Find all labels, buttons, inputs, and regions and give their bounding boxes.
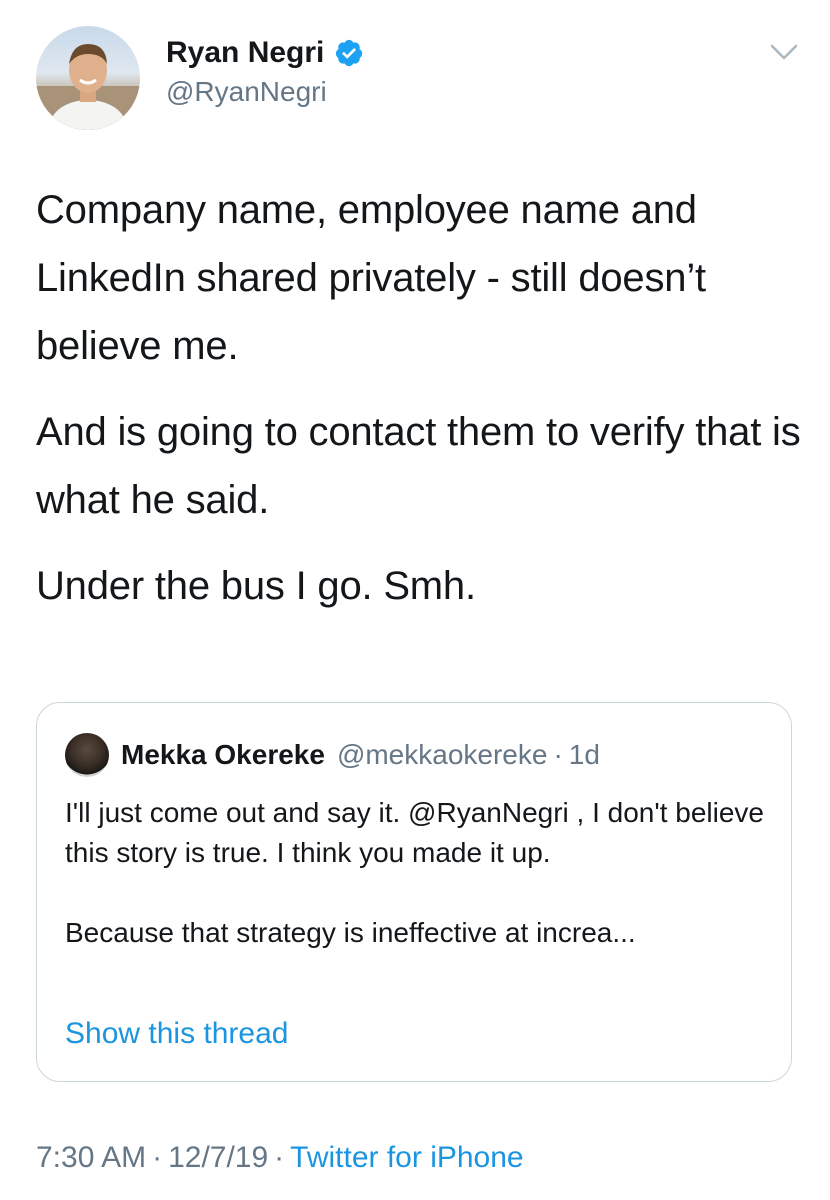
quoted-tweet-text: I'll just come out and say it. @RyanNegr… xyxy=(65,793,777,953)
quoted-author-avatar xyxy=(65,733,109,777)
quoted-tweet-paragraph: I'll just come out and say it. @RyanNegr… xyxy=(65,797,765,868)
footer-separator: · xyxy=(274,1141,285,1174)
show-thread-link[interactable]: Show this thread xyxy=(65,1017,288,1051)
tweet-header: Ryan Negri @RyanNegri xyxy=(36,26,806,130)
footer-separator: · xyxy=(152,1141,163,1174)
tweet-paragraph: And is going to contact them to verify t… xyxy=(36,410,801,522)
tweet-timestamp[interactable]: 7:30 AM xyxy=(36,1141,146,1174)
verified-badge-icon xyxy=(334,38,364,68)
quoted-tweet-card[interactable]: Mekka Okereke @mekkaokereke · 1d I'll ju… xyxy=(36,702,792,1082)
quoted-tweet-header: Mekka Okereke @mekkaokereke · 1d xyxy=(65,733,600,777)
tweet-paragraph: Company name, employee name and LinkedIn… xyxy=(36,188,706,368)
author-avatar[interactable] xyxy=(36,26,140,130)
tweet-source-link[interactable]: Twitter for iPhone xyxy=(290,1141,523,1174)
author-handle[interactable]: @RyanNegri xyxy=(166,76,364,108)
author-display-name[interactable]: Ryan Negri xyxy=(166,36,324,70)
quoted-tweet-age: 1d xyxy=(568,739,600,770)
meta-separator: · xyxy=(553,739,563,770)
chevron-down-icon[interactable] xyxy=(766,40,802,66)
quoted-author-handle: @mekkaokereke xyxy=(336,739,548,770)
tweet-date[interactable]: 12/7/19 xyxy=(168,1141,268,1174)
tweet-paragraph: Under the bus I go. Smh. xyxy=(36,564,476,608)
tweet-text: Company name, employee name and LinkedIn… xyxy=(36,176,806,638)
author-info: Ryan Negri @RyanNegri xyxy=(166,32,364,108)
tweet-footer: 7:30 AM · 12/7/19 · Twitter for iPhone xyxy=(36,1141,524,1175)
quoted-tweet-paragraph: Because that strategy is ineffective at … xyxy=(65,917,636,948)
quoted-author-display-name: Mekka Okereke xyxy=(121,739,325,770)
